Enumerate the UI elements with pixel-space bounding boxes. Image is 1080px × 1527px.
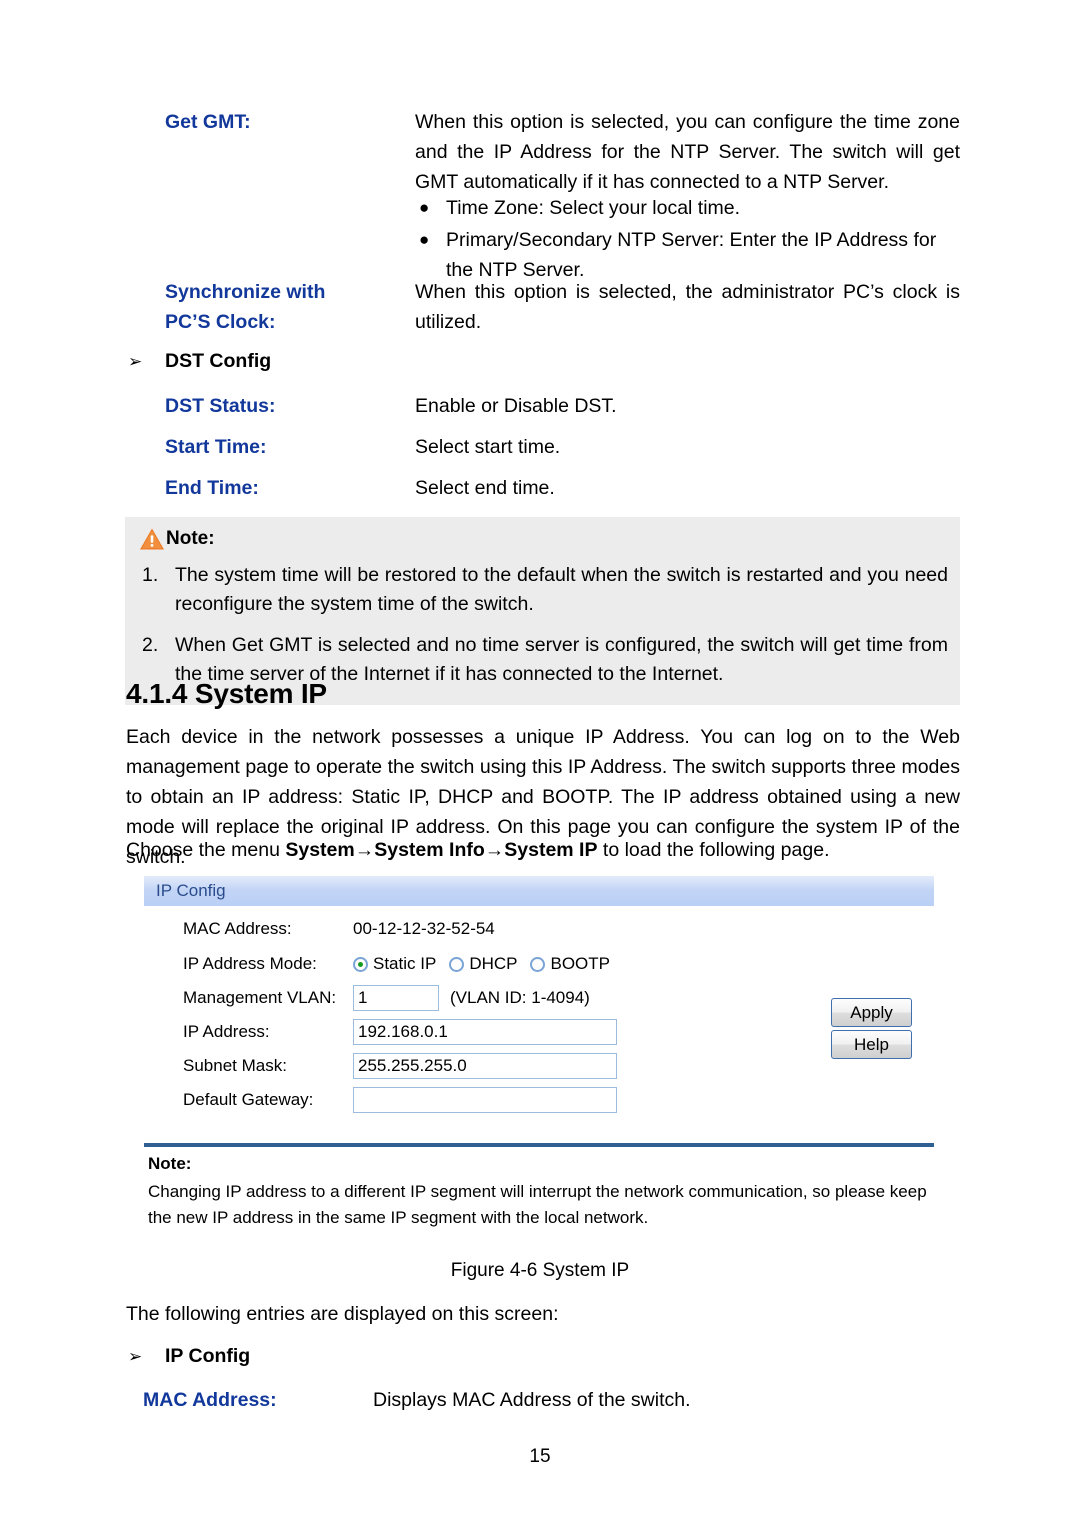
definition-description: Enable or Disable DST.	[415, 395, 617, 417]
definition-term: MAC Address:	[143, 1385, 373, 1415]
form-row-management-vlan: Management VLAN: 1 (VLAN ID: 1-4094)	[183, 984, 590, 1012]
definition-row-sync-pc-clock: Synchronize with PC’S Clock: When this o…	[165, 277, 965, 337]
definition-term-text: Synchronize with	[165, 281, 326, 303]
definition-term: End Time:	[165, 473, 415, 503]
get-gmt-bullet-list: ● Time Zone: Select your local time. ● P…	[413, 193, 961, 287]
menu-path-intro: Choose the menu	[126, 839, 286, 861]
management-vlan-input[interactable]: 1	[353, 985, 439, 1011]
definition-term-text-line2: PC’S Clock:	[165, 311, 276, 333]
definition-term-text: Get GMT:	[165, 111, 251, 133]
subsection-heading-label: DST Config	[165, 350, 272, 372]
form-row-default-gateway: Default Gateway:	[183, 1086, 617, 1114]
radio-option-static-ip[interactable]: Static IP	[353, 954, 436, 974]
list-item-text: Time Zone: Select your local time.	[446, 197, 741, 219]
list-item: ● Time Zone: Select your local time.	[413, 193, 961, 223]
panel-divider	[144, 1143, 934, 1147]
subsection-heading-dst-config: ➢ DST Config	[128, 346, 271, 377]
radio-option-dhcp[interactable]: DHCP	[449, 954, 517, 974]
note-item-number: 2.	[142, 634, 159, 656]
definition-term: Start Time:	[165, 432, 415, 462]
panel-note-title: Note:	[148, 1154, 192, 1173]
radio-label-static-ip: Static IP	[373, 954, 437, 973]
panel-note-body: Changing IP address to a different IP se…	[148, 1182, 927, 1227]
mac-address-value: 00-12-12-32-52-54	[353, 919, 495, 938]
default-gateway-input[interactable]	[353, 1087, 617, 1113]
page-number: 15	[529, 1446, 551, 1467]
definition-row-get-gmt: Get GMT: When this option is selected, y…	[165, 107, 965, 197]
subnet-mask-label: Subnet Mask:	[183, 1056, 287, 1075]
radio-label-dhcp: DHCP	[469, 954, 518, 973]
list-item-text: Primary/Secondary NTP Server: Enter the …	[446, 229, 937, 281]
form-row-ip-address: IP Address: 192.168.0.1	[183, 1018, 617, 1046]
definition-term: Synchronize with PC’S Clock:	[165, 277, 415, 337]
device-ui-screenshot: IP Config MAC Address: 00-12-12-32-52-54…	[139, 871, 939, 1245]
subnet-mask-input[interactable]: 255.255.255.0	[353, 1053, 617, 1079]
default-gateway-label: Default Gateway:	[183, 1090, 314, 1109]
definition-description: Select end time.	[415, 477, 555, 499]
management-vlan-label: Management VLAN:	[183, 988, 337, 1007]
definition-description: When this option is selected, the admini…	[415, 281, 960, 333]
note-item-text: The system time will be restored to the …	[175, 564, 948, 615]
definition-row-dst-status: DST Status: Enable or Disable DST.	[165, 391, 965, 421]
definition-term-text: DST Status:	[165, 395, 276, 417]
definition-term-text: Start Time:	[165, 436, 267, 458]
menu-path-line: Choose the menu System→System Info→Syste…	[126, 835, 960, 865]
radio-button-static-ip[interactable]	[353, 956, 368, 972]
figure-caption: Figure 4-6 System IP	[450, 1260, 630, 1281]
radio-option-bootp[interactable]: BOOTP	[530, 954, 610, 974]
arrow-bullet-icon: ➢	[128, 352, 143, 371]
note-header-label: Note:	[166, 528, 215, 549]
form-row-ip-address-mode: IP Address Mode: Static IP DHCP BOOTP	[183, 950, 623, 978]
closing-intro: The following entries are displayed on t…	[126, 1303, 559, 1325]
form-row-subnet-mask: Subnet Mask: 255.255.255.0	[183, 1052, 617, 1080]
panel-title-bar: IP Config	[144, 876, 934, 906]
arrow-bullet-icon: ➢	[128, 1347, 143, 1366]
definition-row-end-time: End Time: Select end time.	[165, 473, 965, 503]
definition-description: Displays MAC Address of the switch.	[373, 1389, 691, 1411]
menu-path-outro: to load the following page.	[597, 839, 830, 861]
definition-row-start-time: Start Time: Select start time.	[165, 432, 965, 462]
radio-label-bootp: BOOTP	[550, 954, 610, 973]
note-item-number: 1.	[142, 564, 159, 586]
ip-address-input[interactable]: 192.168.0.1	[353, 1019, 617, 1045]
definition-description: Select start time.	[415, 436, 561, 458]
radio-button-dhcp[interactable]	[449, 956, 465, 972]
mac-address-label: MAC Address:	[183, 919, 292, 938]
note-list-item: 1. The system time will be restored to t…	[125, 561, 960, 619]
bullet-dot-icon: ●	[419, 230, 430, 249]
definition-description: When this option is selected, you can co…	[415, 111, 960, 193]
page-title: 4.1.4 System IP	[126, 678, 327, 709]
form-row-mac-address: MAC Address: 00-12-12-32-52-54	[183, 915, 495, 943]
definition-term: Get GMT:	[165, 107, 415, 137]
help-button[interactable]: Help	[831, 1030, 912, 1059]
subsection-heading-label: IP Config	[165, 1345, 251, 1367]
definition-term: DST Status:	[165, 391, 415, 421]
subsection-heading-ip-config: ➢ IP Config	[128, 1341, 250, 1372]
radio-button-bootp[interactable]	[530, 956, 546, 972]
note-header: Note:	[125, 527, 960, 551]
management-vlan-hint: (VLAN ID: 1-4094)	[450, 988, 590, 1007]
list-item: ● Primary/Secondary NTP Server: Enter th…	[413, 225, 961, 285]
warning-triangle-icon	[139, 527, 165, 551]
ip-address-mode-radio-group[interactable]: Static IP DHCP BOOTP	[353, 954, 623, 974]
bullet-dot-icon: ●	[419, 198, 430, 217]
apply-button[interactable]: Apply	[831, 998, 912, 1027]
menu-path-value: System→System Info→System IP	[285, 839, 598, 861]
definition-term-text: MAC Address:	[143, 1389, 277, 1411]
definition-term-text: End Time:	[165, 477, 259, 499]
ip-address-label: IP Address:	[183, 1022, 270, 1041]
ip-address-mode-label: IP Address Mode:	[183, 954, 317, 973]
document-page: Get GMT: When this option is selected, y…	[0, 0, 1080, 1527]
definition-row-mac-address: MAC Address: Displays MAC Address of the…	[143, 1385, 963, 1415]
